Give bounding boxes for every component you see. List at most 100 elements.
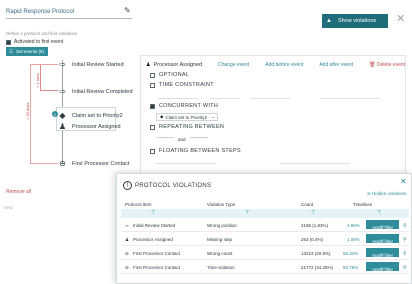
delete-event-label: Delete event bbox=[377, 62, 406, 68]
close-icon[interactable]: ✕ bbox=[400, 177, 407, 186]
event-title-text: Processor Assigned bbox=[153, 62, 203, 68]
floating-field[interactable] bbox=[280, 157, 350, 164]
diamond-icon: ◆ bbox=[160, 114, 164, 119]
flow-node[interactable]: ⇨ Initial Review Started bbox=[58, 60, 124, 69]
protocol-violations-dialog: ! PROTOCOL VIOLATIONS ✕ ⊘ Hidden violati… bbox=[116, 173, 412, 284]
apply-filter-button[interactable]: ⊤ Apply filter bbox=[366, 248, 399, 258]
event-detail-header: ♟ Processor Assigned Change event Add be… bbox=[146, 62, 405, 68]
pin-icon[interactable]: ⚲ bbox=[403, 223, 407, 229]
flow-node[interactable]: ◆ Claim set to Priority2 bbox=[58, 111, 122, 120]
optional-label: OPTIONAL bbox=[159, 72, 190, 78]
concurrent-value-text: Claim set to Priority2 bbox=[165, 114, 207, 120]
violations-title: ! PROTOCOL VIOLATIONS bbox=[123, 181, 211, 190]
add-before-link[interactable]: Add before event bbox=[265, 62, 303, 68]
checkbox-icon[interactable] bbox=[6, 39, 11, 45]
table-row[interactable]: ⊖ First Processor Contact Time violation… bbox=[121, 260, 409, 274]
row-pct: 4.96% bbox=[347, 223, 360, 228]
remove-all-link[interactable]: Remove all bbox=[6, 189, 31, 195]
floating-field[interactable] bbox=[156, 157, 216, 164]
row-count: 253 (0.4%) bbox=[301, 237, 324, 242]
col-header-timeline[interactable]: Timelines bbox=[353, 202, 372, 207]
flow-node[interactable]: ⇨ Initial Review Completed bbox=[58, 87, 133, 96]
col-header-type[interactable]: Violation Type bbox=[207, 202, 235, 207]
hidden-violations-label: Hidden violations bbox=[372, 191, 407, 196]
filter-icon[interactable]: ⊤ bbox=[245, 210, 249, 216]
event-title: ♟ Processor Assigned bbox=[146, 62, 202, 68]
time-field[interactable] bbox=[320, 92, 380, 99]
change-event-link[interactable]: Change event bbox=[218, 62, 249, 68]
violations-title-text: PROTOCOL VIOLATIONS bbox=[135, 182, 212, 189]
time-field[interactable] bbox=[158, 92, 198, 99]
repeat-field[interactable] bbox=[156, 137, 174, 138]
filter-icon[interactable]: ⊤ bbox=[377, 210, 381, 216]
checkbox-icon[interactable] bbox=[150, 148, 155, 154]
repeating-row[interactable]: REPEATING BETWEEN bbox=[150, 124, 224, 130]
concurrent-row[interactable]: CONCURRENT WITH bbox=[150, 103, 218, 109]
concurrent-value: ◆ Claim set to Priority2 bbox=[160, 114, 207, 120]
show-violations-label: Show violations bbox=[337, 18, 377, 24]
close-icon[interactable]: ✕ bbox=[396, 12, 405, 25]
checkbox-icon[interactable] bbox=[150, 103, 155, 109]
and-label: and bbox=[178, 137, 186, 142]
person-icon: ♟ bbox=[146, 62, 151, 68]
table-row[interactable]: ♟ Processor Assigned Missing step 253 (0… bbox=[121, 232, 409, 246]
add-after-link[interactable]: Add after event bbox=[319, 62, 353, 68]
show-violations-button[interactable]: ▲ Show violations bbox=[322, 14, 388, 28]
pin-icon[interactable]: ⚲ bbox=[403, 237, 407, 243]
filter-icon[interactable]: ⊤ bbox=[311, 210, 315, 216]
pin-icon[interactable]: ⚲ bbox=[403, 251, 407, 257]
row-item: Processor Assigned bbox=[133, 237, 173, 242]
col-header-item[interactable]: Protocol Item bbox=[125, 202, 152, 207]
row-type: Wrong count bbox=[207, 251, 233, 256]
time-constraint-label: TIME CONSTRAINT bbox=[159, 82, 214, 88]
apply-filter-button[interactable]: ⊤ Apply filter bbox=[366, 262, 399, 272]
optional-row[interactable]: OPTIONAL bbox=[150, 72, 189, 78]
row-type: Missing step bbox=[207, 237, 233, 242]
time-field[interactable] bbox=[250, 92, 290, 99]
apply-filter-label: Apply filter bbox=[371, 267, 393, 272]
row-item: First Processor Contact bbox=[133, 265, 181, 270]
hidden-violations-link[interactable]: ⊘ Hidden violations bbox=[367, 191, 406, 197]
person-icon: ♟ bbox=[58, 122, 67, 131]
person-icon: ♟ bbox=[125, 237, 130, 242]
repeating-label: REPEATING BETWEEN bbox=[159, 124, 225, 130]
protocol-panel: Rapid Response Protocol ✎ ▲ Show violati… bbox=[0, 0, 412, 284]
apply-filter-label: Apply filter bbox=[371, 225, 393, 230]
activated-label: Activated to first event bbox=[14, 39, 64, 45]
version-label: ©RO bbox=[4, 205, 13, 210]
checkbox-icon[interactable] bbox=[150, 82, 155, 88]
define-text: Define a protocol and find violations. bbox=[6, 31, 79, 36]
set-events-label: Set events (5) bbox=[16, 49, 45, 54]
time-field[interactable] bbox=[210, 92, 240, 99]
checkbox-icon[interactable] bbox=[150, 72, 155, 78]
pin-icon[interactable]: ⚲ bbox=[403, 265, 407, 271]
filter-icon[interactable]: ⊤ bbox=[151, 210, 155, 216]
flow-node[interactable]: ⊖ First Processor Contact bbox=[58, 159, 129, 168]
trash-icon: 🗑 bbox=[369, 62, 376, 68]
table-row[interactable]: ⇨ Initial Review Started Wrong position … bbox=[121, 218, 409, 232]
activated-checkbox-row[interactable]: Activated to first event bbox=[6, 39, 63, 45]
eye-slash-icon: ⊘ bbox=[367, 191, 371, 196]
apply-filter-button[interactable]: ⊤ Apply filter bbox=[366, 220, 399, 230]
row-count: 13224 (20.8%) bbox=[301, 251, 331, 256]
concurrent-label: CONCURRENT WITH bbox=[159, 103, 219, 109]
set-events-button[interactable]: ☰ Set events (5) bbox=[6, 47, 48, 56]
protocol-name-field[interactable]: Rapid Response Protocol bbox=[6, 6, 132, 19]
flow-node-label: Initial Review Completed bbox=[72, 88, 133, 95]
table-header: Protocol Item Violation Type Count Timel… bbox=[121, 200, 409, 209]
checkbox-icon[interactable] bbox=[150, 124, 155, 130]
apply-filter-button[interactable]: ⊤ Apply filter bbox=[366, 234, 399, 244]
row-type: Wrong position bbox=[207, 223, 237, 228]
time-constraint-row[interactable]: TIME CONSTRAINT bbox=[150, 82, 214, 88]
row-count: 21772 (34.25%) bbox=[301, 265, 334, 270]
repeat-field[interactable] bbox=[190, 137, 208, 138]
concurrent-select[interactable]: ◆ Claim set to Priority2 ⌄ bbox=[156, 113, 218, 121]
delete-event-link[interactable]: 🗑 Delete event bbox=[369, 62, 405, 68]
col-header-count[interactable]: Count bbox=[301, 202, 313, 207]
diamond-icon: ◆ bbox=[59, 111, 66, 120]
flow-node[interactable]: ♟ Processor Assigned bbox=[58, 122, 121, 131]
pencil-icon[interactable]: ✎ bbox=[124, 6, 131, 15]
table-row[interactable]: ⊖ First Processor Contact Wrong count 13… bbox=[121, 246, 409, 260]
row-pct: 56.34% bbox=[343, 251, 359, 256]
floating-row[interactable]: FLOATING BETWEEN STEPS bbox=[150, 148, 241, 154]
